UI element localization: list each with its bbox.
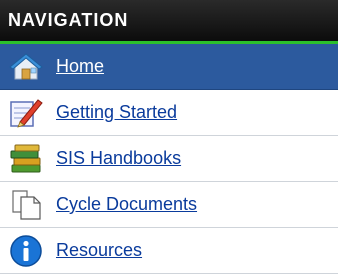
nav-item-resources[interactable]: Resources xyxy=(0,228,338,274)
navigation-panel: NAVIGATION Home Getting Started SIS Hand… xyxy=(0,0,338,278)
nav-link-getting-started[interactable]: Getting Started xyxy=(56,102,177,123)
nav-link-resources[interactable]: Resources xyxy=(56,240,142,261)
documents-icon xyxy=(6,186,46,224)
nav-link-sis-handbooks[interactable]: SIS Handbooks xyxy=(56,148,181,169)
nav-link-home[interactable]: Home xyxy=(56,56,104,77)
nav-item-home[interactable]: Home xyxy=(0,44,338,90)
nav-item-getting-started[interactable]: Getting Started xyxy=(0,90,338,136)
books-stack-icon xyxy=(6,140,46,178)
info-icon xyxy=(6,232,46,270)
nav-link-cycle-documents[interactable]: Cycle Documents xyxy=(56,194,197,215)
nav-item-cycle-documents[interactable]: Cycle Documents xyxy=(0,182,338,228)
home-icon xyxy=(6,48,46,86)
navigation-list: Home Getting Started SIS Handbooks Cycle… xyxy=(0,44,338,274)
navigation-title: NAVIGATION xyxy=(8,10,129,30)
pencil-notepad-icon xyxy=(6,94,46,132)
nav-item-sis-handbooks[interactable]: SIS Handbooks xyxy=(0,136,338,182)
navigation-header: NAVIGATION xyxy=(0,0,338,44)
